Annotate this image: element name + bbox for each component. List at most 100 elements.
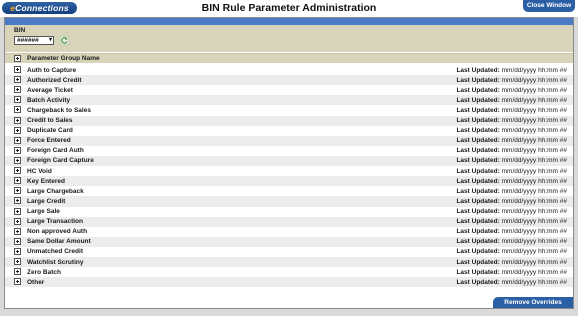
last-updated-value: mm/dd/yyyy hh:mm ## — [501, 238, 567, 246]
last-updated-value: mm/dd/yyyy hh:mm ## — [501, 96, 567, 104]
expand-icon[interactable] — [14, 237, 21, 245]
list-item[interactable]: Average Ticket Last Updated: mm/dd/yyyy h… — [5, 85, 573, 95]
last-updated: Last Updated: mm/dd/yyyy hh:mm ## — [456, 279, 567, 286]
last-updated-label: Last Updated: — [456, 137, 500, 145]
expand-icon[interactable] — [14, 106, 21, 114]
close-window-button[interactable]: Close Window — [523, 0, 575, 12]
list-item[interactable]: Force Entered Last Updated: mm/dd/yyyy hh… — [5, 135, 573, 146]
last-updated-label: Last Updated: — [456, 117, 500, 125]
last-updated-value: mm/dd/yyyy hh:mm ## — [501, 147, 567, 155]
last-updated-label: Last Updated: — [456, 76, 500, 84]
top-header: eConnections BIN Rule Parameter Administ… — [0, 0, 578, 17]
expand-icon[interactable] — [14, 136, 21, 144]
expand-icon[interactable] — [14, 227, 21, 235]
expand-icon[interactable] — [14, 167, 21, 175]
last-updated-label: Last Updated: — [456, 157, 500, 165]
last-updated-value: mm/dd/yyyy hh:mm ## — [501, 177, 567, 185]
last-updated-value: mm/dd/yyyy hh:mm ## — [501, 197, 567, 205]
group-column-header-label: Parameter Group Name — [27, 55, 100, 62]
parameter-group-list: Auth to Capture Last Updated: mm/dd/yyyy … — [5, 65, 573, 288]
list-item[interactable]: Authorized Credit Last Updated: mm/dd/yyy… — [5, 75, 573, 86]
last-updated-label: Last Updated: — [456, 248, 500, 256]
expand-icon[interactable] — [14, 156, 21, 164]
last-updated: Last Updated: mm/dd/yyyy hh:mm ## — [456, 208, 567, 215]
group-name: Credit to Sales — [27, 117, 73, 125]
expand-icon[interactable] — [14, 197, 21, 205]
list-item[interactable]: Unmatched Credit Last Updated: mm/dd/yyyy… — [5, 247, 573, 257]
list-item[interactable]: Large Sale Last Updated: mm/dd/yyyy hh:mm… — [5, 207, 573, 217]
last-updated-label: Last Updated: — [456, 208, 500, 216]
parameter-panel: BIN ###### ▾ Parameter Group Name Auth t… — [4, 17, 574, 309]
expand-icon[interactable] — [14, 278, 21, 286]
last-updated: Last Updated: mm/dd/yyyy hh:mm ## — [456, 147, 567, 154]
list-item[interactable]: Same Dollar Amount Last Updated: mm/dd/yy… — [5, 236, 573, 247]
list-item[interactable]: Duplicate Card Last Updated: mm/dd/yyyy h… — [5, 126, 573, 136]
group-name: Large Chargeback — [27, 187, 84, 195]
expand-icon[interactable] — [14, 116, 21, 124]
expand-icon[interactable] — [14, 207, 21, 215]
list-item[interactable]: Large Transaction Last Updated: mm/dd/yyy… — [5, 216, 573, 227]
group-name: Key Entered — [27, 177, 65, 185]
list-item[interactable]: Batch Activity Last Updated: mm/dd/yyyy h… — [5, 95, 573, 106]
expand-icon[interactable] — [14, 187, 21, 195]
last-updated-value: mm/dd/yyyy hh:mm ## — [501, 208, 567, 216]
list-item[interactable]: Auth to Capture Last Updated: mm/dd/yyyy … — [5, 65, 573, 75]
last-updated-label: Last Updated: — [456, 218, 500, 226]
list-item[interactable]: Credit to Sales Last Updated: mm/dd/yyyy … — [5, 115, 573, 126]
last-updated: Last Updated: mm/dd/yyyy hh:mm ## — [456, 218, 567, 225]
last-updated-label: Last Updated: — [456, 258, 500, 266]
last-updated: Last Updated: mm/dd/yyyy hh:mm ## — [456, 188, 567, 195]
list-item[interactable]: Large Credit Last Updated: mm/dd/yyyy hh:… — [5, 196, 573, 207]
expand-icon[interactable] — [14, 146, 21, 154]
last-updated: Last Updated: mm/dd/yyyy hh:mm ## — [456, 178, 567, 185]
last-updated: Last Updated: mm/dd/yyyy hh:mm ## — [456, 168, 567, 175]
group-name: Same Dollar Amount — [27, 238, 91, 246]
expand-icon[interactable] — [14, 126, 21, 134]
list-item[interactable]: Large Chargeback Last Updated: mm/dd/yyyy… — [5, 186, 573, 196]
list-item[interactable]: Watchlist Scrutiny Last Updated: mm/dd/yy… — [5, 257, 573, 268]
expand-icon[interactable] — [14, 177, 21, 185]
group-column-header: Parameter Group Name — [5, 53, 573, 63]
group-name: Force Entered — [27, 137, 71, 145]
list-item[interactable]: Non approved Auth Last Updated: mm/dd/yyy… — [5, 227, 573, 237]
list-item[interactable]: HC Void Last Updated: mm/dd/yyyy hh:mm ## — [5, 166, 573, 176]
last-updated: Last Updated: mm/dd/yyyy hh:mm ## — [456, 228, 567, 235]
expand-icon[interactable] — [14, 86, 21, 94]
group-name: Zero Batch — [27, 268, 61, 276]
expand-icon[interactable] — [14, 217, 21, 225]
expand-icon[interactable] — [14, 76, 21, 84]
last-updated-label: Last Updated: — [456, 187, 500, 195]
list-item[interactable]: Foreign Card Auth Last Updated: mm/dd/yyy… — [5, 146, 573, 156]
list-item[interactable]: Other Last Updated: mm/dd/yyyy hh:mm ## — [5, 277, 573, 288]
group-name: Auth to Capture — [27, 66, 77, 74]
last-updated-label: Last Updated: — [456, 268, 500, 276]
panel-top-bar — [5, 18, 573, 25]
expand-icon[interactable] — [14, 66, 21, 73]
last-updated-label: Last Updated: — [456, 96, 500, 104]
last-updated-label: Last Updated: — [456, 238, 500, 246]
list-item[interactable]: Key Entered Last Updated: mm/dd/yyyy hh:m… — [5, 176, 573, 187]
expand-icon[interactable] — [14, 258, 21, 266]
expand-icon[interactable] — [14, 96, 21, 104]
last-updated-value: mm/dd/yyyy hh:mm ## — [501, 117, 567, 125]
group-name: Large Transaction — [27, 218, 83, 226]
expand-icon[interactable] — [14, 268, 21, 276]
bin-label: BIN — [14, 27, 26, 34]
last-updated: Last Updated: mm/dd/yyyy hh:mm ## — [456, 97, 567, 104]
expand-all-icon[interactable] — [14, 55, 21, 62]
group-name: Foreign Card Capture — [27, 157, 94, 165]
expand-icon[interactable] — [14, 247, 21, 255]
last-updated-label: Last Updated: — [456, 197, 500, 205]
bin-select[interactable]: ###### ▾ — [14, 36, 54, 45]
last-updated-value: mm/dd/yyyy hh:mm ## — [501, 278, 567, 286]
remove-overrides-button[interactable]: Remove Overrides — [493, 297, 573, 308]
list-item[interactable]: Chargeback to Sales Last Updated: mm/dd/y… — [5, 105, 573, 115]
last-updated-value: mm/dd/yyyy hh:mm ## — [501, 76, 567, 84]
refresh-icon[interactable] — [60, 36, 69, 45]
last-updated: Last Updated: mm/dd/yyyy hh:mm ## — [456, 127, 567, 134]
list-item[interactable]: Zero Batch Last Updated: mm/dd/yyyy hh:mm… — [5, 267, 573, 277]
last-updated: Last Updated: mm/dd/yyyy hh:mm ## — [456, 107, 567, 114]
last-updated-value: mm/dd/yyyy hh:mm ## — [501, 228, 567, 236]
last-updated: Last Updated: mm/dd/yyyy hh:mm ## — [456, 157, 567, 164]
list-item[interactable]: Foreign Card Capture Last Updated: mm/dd/… — [5, 155, 573, 167]
